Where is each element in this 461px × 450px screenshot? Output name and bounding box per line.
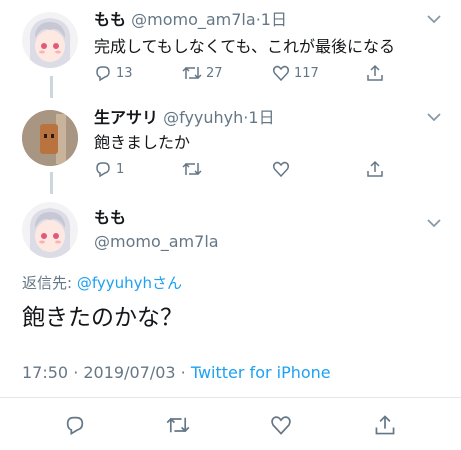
- tweet-time[interactable]: 1日: [261, 10, 287, 29]
- reply-button[interactable]: 1: [94, 160, 124, 178]
- tweet-text: 飽きましたか: [94, 133, 191, 152]
- display-name[interactable]: もも: [94, 10, 126, 29]
- like-button[interactable]: [272, 160, 290, 178]
- thread-line: [50, 76, 53, 98]
- share-button[interactable]: [366, 64, 384, 82]
- focus-handle[interactable]: @momo_am7la: [94, 232, 219, 252]
- chevron-down-icon[interactable]: [426, 112, 442, 122]
- share-icon: [367, 64, 383, 81]
- share-button[interactable]: [374, 414, 396, 436]
- focus-name[interactable]: もも: [94, 208, 126, 228]
- tweet-text: 完成してもしなくても、これが最後になる: [94, 37, 395, 56]
- replying-prefix: 返信先:: [22, 274, 77, 292]
- reply-count: 1: [116, 161, 125, 177]
- like-button[interactable]: 117: [272, 64, 319, 82]
- tweet-header: もも @momo_am7la·1日: [94, 10, 287, 30]
- retweet-icon: [182, 66, 202, 80]
- timestamp: 17:50 · 2019/07/03 ·: [22, 363, 191, 382]
- focus-tweet-text: 飽きたのかな？: [22, 305, 183, 331]
- thread-line: [50, 172, 53, 194]
- user-handle[interactable]: @momo_am7la: [94, 232, 219, 251]
- chevron-down-icon[interactable]: [426, 14, 442, 24]
- reply-button[interactable]: [64, 414, 86, 436]
- like-button[interactable]: [270, 414, 292, 436]
- display-name[interactable]: もも: [94, 208, 126, 227]
- reply-icon: [96, 66, 110, 82]
- reply-button[interactable]: 13: [94, 64, 133, 82]
- replying-to: 返信先: @fyyuhyhさん: [22, 272, 182, 293]
- like-icon: [271, 416, 291, 435]
- reply-icon: [96, 162, 110, 178]
- avatar[interactable]: [22, 202, 78, 258]
- retweet-button[interactable]: [166, 414, 190, 436]
- reply-icon: [66, 416, 84, 436]
- retweet-button[interactable]: [182, 160, 202, 178]
- like-icon: [272, 161, 290, 178]
- divider: [0, 397, 461, 398]
- retweet-icon: [182, 162, 202, 176]
- retweet-count: 27: [206, 65, 223, 81]
- source-app[interactable]: Twitter for iPhone: [191, 363, 331, 382]
- reply-count: 13: [116, 65, 133, 81]
- replying-to-link[interactable]: @fyyuhyhさん: [77, 274, 182, 292]
- retweet-button[interactable]: 27: [182, 64, 223, 82]
- share-icon: [367, 160, 383, 177]
- user-handle[interactable]: @momo_am7la: [131, 10, 256, 29]
- tweet-time[interactable]: 1日: [248, 108, 274, 127]
- share-button[interactable]: [366, 160, 384, 178]
- retweet-icon: [166, 417, 190, 433]
- tweet-meta: 17:50 · 2019/07/03 · Twitter for iPhone: [22, 363, 331, 382]
- user-handle[interactable]: @fyyuhyh: [163, 108, 243, 127]
- like-count: 117: [294, 65, 319, 81]
- avatar[interactable]: [22, 12, 78, 68]
- chevron-down-icon[interactable]: [426, 218, 442, 228]
- tweet-header: 生アサリ @fyyuhyh·1日: [94, 108, 275, 128]
- display-name[interactable]: 生アサリ: [94, 108, 158, 127]
- share-icon: [375, 415, 395, 435]
- avatar[interactable]: [22, 110, 78, 166]
- like-icon: [272, 65, 290, 82]
